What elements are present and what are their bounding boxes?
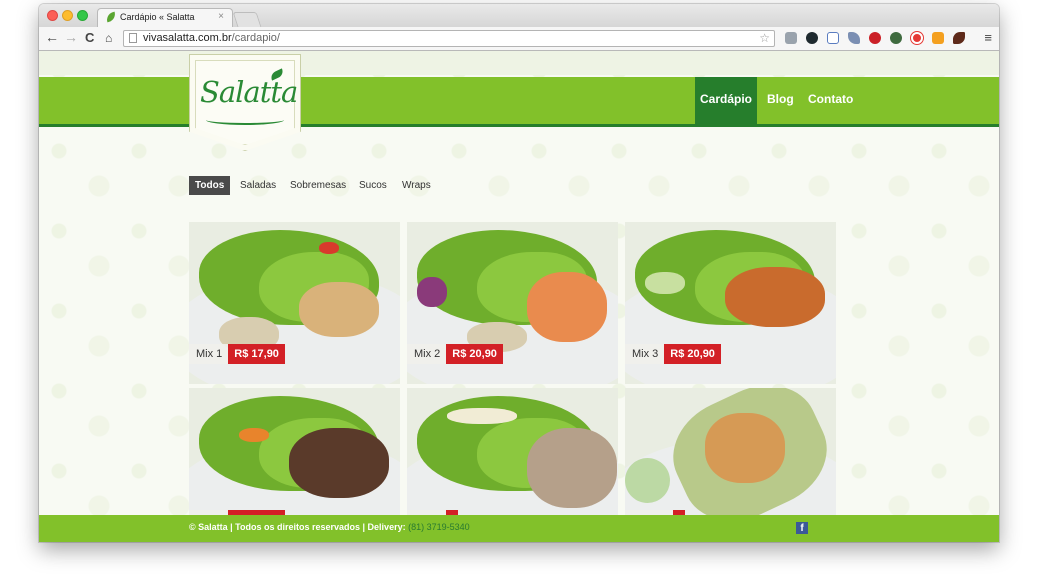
cucumber-topping	[645, 272, 685, 294]
tab-title: Cardápio « Salatta	[120, 12, 195, 22]
wrap-filling	[705, 413, 785, 483]
chicken-topping	[299, 282, 379, 337]
product-card-mix-2[interactable]: Mix 2 R$ 20,90	[407, 222, 618, 384]
tomato-topping	[319, 242, 339, 254]
tab-close-icon[interactable]: ×	[218, 11, 224, 22]
leaf-icon[interactable]	[953, 32, 965, 44]
product-price: R$ 20,90	[446, 344, 503, 364]
product-label: Mix 3 R$ 20,90	[625, 344, 721, 364]
bookmark-star-icon[interactable]: ☆	[759, 31, 770, 45]
menu-item-cardapio[interactable]: Cardápio	[695, 77, 757, 124]
new-tab-button[interactable]	[232, 12, 262, 27]
tuna-topping	[527, 428, 617, 508]
filter-wraps[interactable]: Wraps	[402, 176, 431, 195]
menu-item-contato[interactable]: Contato	[798, 77, 863, 124]
filter-sucos[interactable]: Sucos	[359, 176, 387, 195]
zoom-window-button[interactable]	[77, 10, 88, 21]
salatta-logo[interactable]: Salatta	[189, 54, 301, 151]
filter-saladas[interactable]: Saladas	[240, 176, 276, 195]
url-text[interactable]: vivasalatta.com.br/cardapio/	[143, 32, 280, 44]
site-footer: © Salatta | Todos os direitos reservados…	[39, 515, 999, 542]
dressing-topping	[447, 408, 517, 424]
shrimp-topping	[527, 272, 607, 342]
eyedropper-icon[interactable]	[785, 32, 797, 44]
leaf-favicon-icon	[105, 11, 117, 23]
beef-topping	[289, 428, 389, 498]
facebook-icon[interactable]: f	[796, 522, 808, 534]
screen-icon[interactable]	[827, 32, 839, 44]
logo-wordmark: Salatta	[200, 75, 298, 109]
minimize-window-button[interactable]	[62, 10, 73, 21]
web-page: Salatta Cardápio Blog Contato Todos Sala…	[39, 51, 999, 542]
product-label: Mix 2 R$ 20,90	[407, 344, 503, 364]
product-card-mix-3[interactable]: Mix 3 R$ 20,90	[625, 222, 836, 384]
sauce-cup	[625, 458, 670, 503]
pinterest-icon[interactable]	[869, 32, 881, 44]
recycle-icon[interactable]	[890, 32, 902, 44]
reload-icon[interactable]: C	[85, 30, 94, 45]
address-bar[interactable]: vivasalatta.com.br/cardapio/ ☆	[123, 30, 775, 47]
delivery-phone[interactable]: (81) 3719-5340	[408, 522, 470, 532]
logo-swoosh	[206, 115, 284, 125]
home-icon[interactable]: ⌂	[105, 31, 112, 45]
filter-sobremesas[interactable]: Sobremesas	[290, 176, 346, 195]
footer-copyright: © Salatta | Todos os direitos reservados…	[189, 522, 470, 532]
page-icon	[129, 33, 137, 43]
product-price: R$ 17,90	[228, 344, 285, 364]
close-window-button[interactable]	[47, 10, 58, 21]
browser-toolbar: ← → C ⌂ vivasalatta.com.br/cardapio/ ☆ ≡	[39, 27, 999, 51]
rocket-icon[interactable]	[848, 32, 860, 44]
grilled-chicken-topping	[725, 267, 825, 327]
top-pattern-band	[39, 51, 999, 75]
forward-arrow-icon[interactable]: →	[64, 29, 78, 45]
hamburger-menu-icon[interactable]: ≡	[984, 30, 992, 45]
product-price: R$ 20,90	[664, 344, 721, 364]
browser-window: Cardápio « Salatta × ← → C ⌂ vivasalatta…	[39, 4, 999, 542]
back-arrow-icon[interactable]: ←	[45, 29, 59, 45]
tab-strip: Cardápio « Salatta ×	[39, 4, 999, 27]
chef-icon[interactable]	[932, 32, 944, 44]
target-icon[interactable]	[911, 32, 923, 44]
product-name: Mix 1	[189, 344, 229, 364]
product-card-mix-1[interactable]: Mix 1 R$ 17,90	[189, 222, 400, 384]
menu-item-blog[interactable]: Blog	[757, 77, 804, 124]
browser-tab[interactable]: Cardápio « Salatta ×	[97, 8, 233, 27]
product-label: Mix 1 R$ 17,90	[189, 344, 285, 364]
filter-todos[interactable]: Todos	[189, 176, 231, 195]
onion-topping	[417, 277, 447, 307]
circle-icon[interactable]	[806, 32, 818, 44]
product-name: Mix 2	[407, 344, 447, 364]
product-name: Mix 3	[625, 344, 665, 364]
carrot-topping	[239, 428, 269, 442]
